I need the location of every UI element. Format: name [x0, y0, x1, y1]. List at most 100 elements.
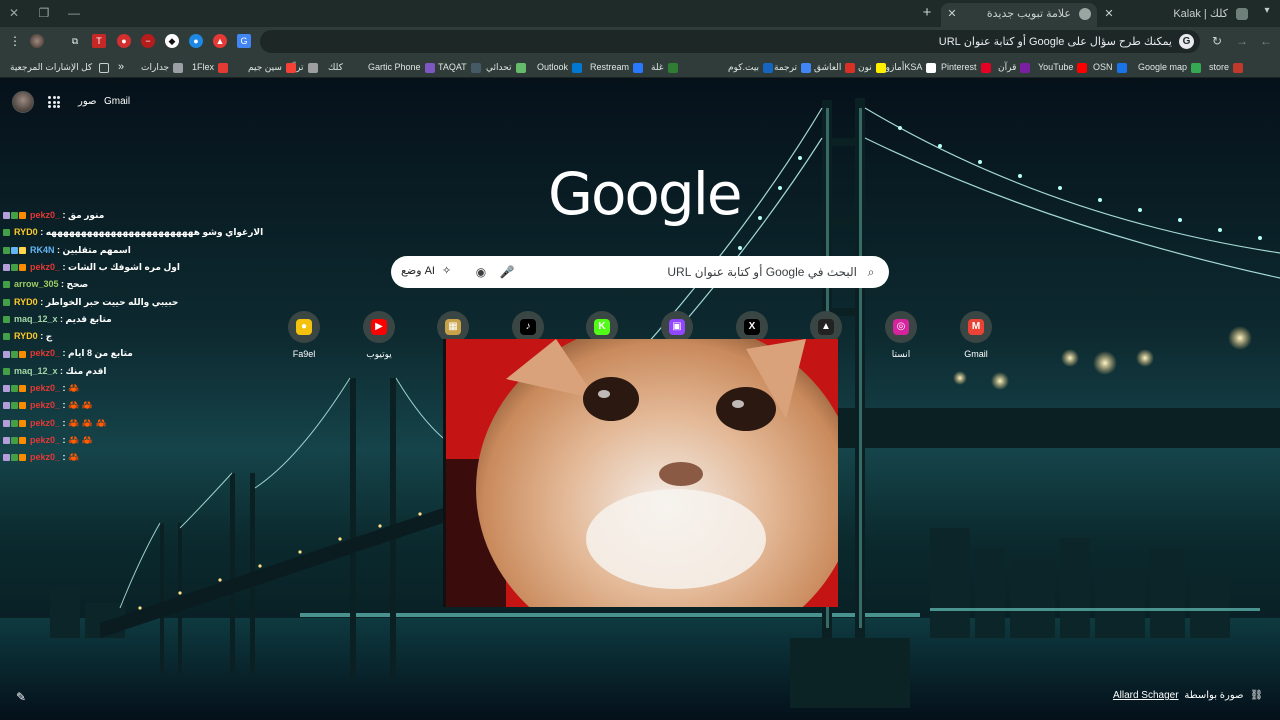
- chat-username[interactable]: pekz0_: [30, 383, 60, 393]
- ai-sparkle-icon: ✧: [442, 265, 452, 277]
- chat-text: 🦀 🦀: [68, 400, 93, 411]
- ai-mode-button[interactable]: وضع AI ✧: [401, 264, 451, 277]
- chat-separator: :: [60, 348, 69, 359]
- photo-credit[interactable]: Allard Schager صورة بواسطة ⛓: [1113, 690, 1263, 701]
- bookmark-label: جدارات: [141, 62, 170, 72]
- shortcut-tile[interactable]: ◎ انستا: [871, 311, 931, 361]
- extension-stop-icon[interactable]: −: [141, 34, 155, 48]
- bookmark-item[interactable]: Restream: [590, 60, 644, 74]
- chat-message: RYD0 : حبيبي والله حييت حبر الخواطر: [3, 295, 178, 309]
- translate-icon[interactable]: G: [237, 34, 251, 48]
- tab-kalak[interactable]: ✕ Kalak | كلك: [1100, 3, 1252, 27]
- chat-username[interactable]: RYD0: [14, 297, 38, 307]
- bookmark-item[interactable]: 1Flex: [192, 60, 229, 74]
- chat-badge-icon: [19, 212, 26, 220]
- chat-username[interactable]: pekz0_: [30, 435, 60, 445]
- chat-username[interactable]: pekz0_: [30, 400, 60, 410]
- chat-username[interactable]: RK4N: [30, 245, 55, 255]
- chat-username[interactable]: pekz0_: [30, 262, 60, 272]
- extension-red-icon[interactable]: T: [92, 34, 106, 48]
- bookmark-item[interactable]: جدارات: [141, 60, 184, 74]
- bookmark-item[interactable]: Outlook: [537, 60, 583, 74]
- tab-new-tab[interactable]: ✕ علامة تبويب جديدة: [941, 3, 1097, 27]
- shortcut-tile[interactable]: M Gmail: [946, 311, 1006, 361]
- chat-message: arrow_305 : صحح: [3, 277, 88, 291]
- chat-username[interactable]: pekz0_: [30, 210, 60, 220]
- tab-close-icon[interactable]: ✕: [945, 3, 959, 25]
- menu-kebab-icon[interactable]: ⋮: [8, 34, 22, 48]
- extensions-puzzle-icon[interactable]: ⧉: [68, 34, 82, 48]
- chat-badge-icon: [19, 246, 26, 254]
- bookmark-item[interactable]: store: [1209, 60, 1244, 74]
- chat-username[interactable]: RYD0: [14, 331, 38, 341]
- extension-fire-icon[interactable]: ▲: [213, 34, 227, 48]
- bookmark-item[interactable]: Google map: [1138, 60, 1202, 74]
- shortcut-tile[interactable]: ▶ يوتيوب: [349, 311, 409, 361]
- bookmark-item[interactable]: YouTube: [1038, 60, 1088, 74]
- back-arrow-icon[interactable]: ←: [1259, 34, 1273, 48]
- bookmark-item[interactable]: ترجمة: [774, 60, 812, 74]
- bookmark-label: ترجمة: [774, 62, 798, 72]
- profile-avatar[interactable]: [30, 34, 44, 48]
- bookmark-item[interactable]: سين جيم: [248, 60, 296, 74]
- chat-username[interactable]: maq_12_x: [14, 366, 58, 376]
- bookmark-item[interactable]: قرآن: [998, 60, 1031, 74]
- address-bar[interactable]: G يمكنك طرح سؤال على Google أو كتابة عنو…: [260, 30, 1200, 53]
- new-tab-button[interactable]: +: [918, 3, 936, 23]
- customize-pencil-icon[interactable]: ✎: [12, 688, 30, 706]
- chat-username[interactable]: pekz0_: [30, 348, 60, 358]
- bookmark-favicon-icon: [572, 62, 583, 73]
- chat-badge-icon: [3, 385, 10, 393]
- shortcut-circle: ▶: [363, 311, 395, 343]
- chat-username[interactable]: maq_12_x: [14, 314, 58, 324]
- extension-blue-icon[interactable]: ●: [189, 34, 203, 48]
- gift-box-icon: ▦: [445, 319, 461, 335]
- bookmark-item[interactable]: أمازونKSA: [879, 60, 937, 74]
- bookmark-item[interactable]: نون: [858, 60, 886, 74]
- bookmark-item[interactable]: OSN: [1093, 60, 1127, 74]
- google-apps-icon[interactable]: [48, 96, 60, 108]
- extension-diamond-icon[interactable]: ◆: [165, 34, 179, 48]
- bookmark-item[interactable]: العاشق: [814, 60, 856, 74]
- tab-search-icon[interactable]: ▾: [1260, 5, 1274, 19]
- bookmark-item[interactable]: بيت.كوم: [728, 60, 774, 74]
- all-bookmarks-folder[interactable]: كل الإشارات المرجعية: [10, 60, 109, 74]
- forward-arrow-icon[interactable]: →: [1235, 34, 1249, 48]
- tab-close-icon[interactable]: ✕: [1102, 3, 1116, 25]
- minimize-window-icon[interactable]: —: [64, 4, 84, 22]
- cat-face-image: [446, 339, 838, 607]
- chat-message: maq_12_x : متابع قديم: [3, 312, 112, 326]
- bookmarks-overflow-chevron[interactable]: »: [118, 60, 124, 74]
- images-link[interactable]: صور: [78, 96, 97, 107]
- chat-username[interactable]: pekz0_: [30, 418, 60, 428]
- restore-window-icon[interactable]: ❐: [34, 4, 54, 22]
- bookmark-item[interactable]: كلك: [328, 60, 357, 74]
- chat-text: اقدم منك: [65, 365, 107, 376]
- close-window-icon[interactable]: ✕: [4, 4, 24, 22]
- extension-shield-icon[interactable]: ●: [117, 34, 131, 48]
- overflow-shortcut-icon: ▲: [818, 319, 834, 335]
- gmail-link[interactable]: Gmail: [104, 96, 130, 107]
- account-avatar[interactable]: [12, 91, 34, 113]
- chat-badge-icon: [3, 367, 10, 375]
- bookmark-favicon-icon: [667, 62, 678, 73]
- kick-icon: K: [594, 319, 610, 335]
- bookmark-item[interactable]: TAQAT: [438, 60, 481, 74]
- chat-badge-icon: [3, 419, 10, 427]
- bookmark-item[interactable]: غلة: [651, 60, 678, 74]
- bookmark-favicon-icon: [1116, 62, 1127, 73]
- bookmark-item[interactable]: تحدائي: [486, 60, 526, 74]
- bookmark-favicon-icon: [1020, 62, 1031, 73]
- chat-username[interactable]: arrow_305: [14, 279, 59, 289]
- bookmark-item[interactable]: Gartic Phone: [368, 60, 435, 74]
- bookmark-favicon-icon: [218, 62, 229, 73]
- chat-username[interactable]: pekz0_: [30, 452, 60, 462]
- bookmark-item[interactable]: Pinterest: [941, 60, 991, 74]
- microphone-icon[interactable]: 🎤: [499, 264, 515, 280]
- reload-icon[interactable]: ↻: [1210, 34, 1224, 48]
- chat-username[interactable]: RYD0: [14, 227, 38, 237]
- search-box[interactable]: ⌕ البحث في Google أو كتابة عنوان URL 🎤 ◉…: [391, 256, 889, 288]
- bookmark-favicon-icon: [801, 62, 812, 73]
- x-icon: X: [744, 319, 760, 335]
- google-lens-icon[interactable]: ◉: [473, 264, 489, 280]
